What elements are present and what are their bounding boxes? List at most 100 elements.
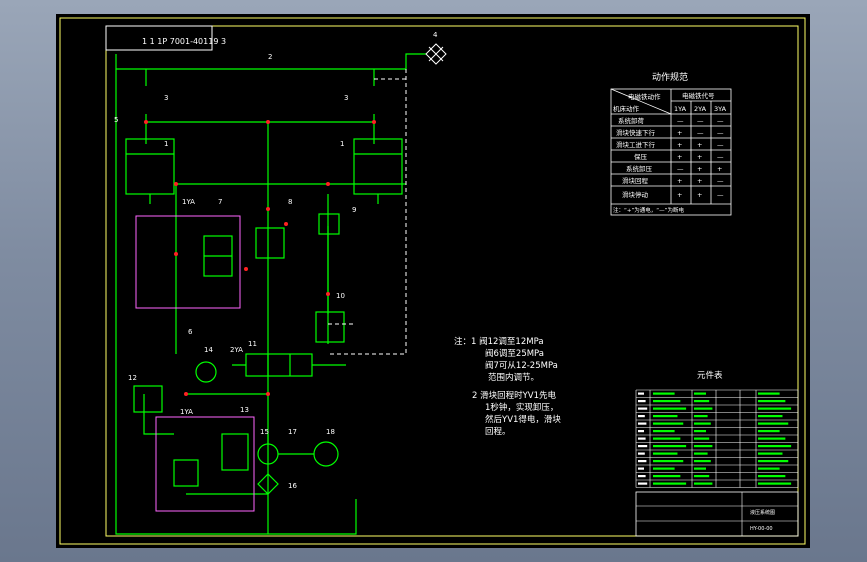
- action-table-corner-bottom: 机床动作: [613, 104, 640, 113]
- parts-table-entry: [758, 430, 780, 433]
- action-mark: +: [697, 177, 702, 185]
- note-line: 阀6调至25MPa: [485, 349, 544, 359]
- parts-table-entry: [638, 422, 647, 425]
- title-strip: 1 1 1P 7001-40119 3: [142, 37, 226, 46]
- parts-table-title: 元件表: [697, 370, 723, 381]
- parts-table-entry: [694, 407, 713, 410]
- parts-table-entry: [694, 400, 710, 403]
- label-6: 6: [188, 328, 193, 336]
- action-mark: —: [717, 177, 724, 185]
- label-2ya: 2YA: [230, 346, 243, 354]
- drawing-sheet: 1 1 1P 7001-40119 3 2 4 3 3 5 1 1 1YA 7 …: [56, 14, 810, 548]
- parts-table-entry: [638, 460, 647, 463]
- action-row-label: 系统卸压: [626, 164, 653, 173]
- parts-table-entry: [638, 415, 645, 418]
- parts-table-entry: [694, 460, 711, 463]
- title-block-code: HY-00-00: [750, 526, 773, 532]
- action-table-footnote: 注：“+”为通电，“—”为断电: [613, 206, 685, 214]
- label-3a: 3: [164, 94, 168, 102]
- parts-table-entry: [653, 430, 675, 433]
- parts-table-entry: [758, 467, 780, 470]
- action-row-label: 滑块回程: [622, 176, 649, 185]
- parts-table-entry: [758, 422, 789, 425]
- parts-table-entry: [638, 407, 648, 410]
- parts-table-entry: [653, 400, 681, 403]
- parts-table-entry: [758, 452, 783, 455]
- action-table-col-2ya: 2YA: [694, 105, 707, 113]
- parts-table-entry: [653, 407, 687, 410]
- label-10: 10: [336, 292, 345, 300]
- label-5: 5: [114, 116, 118, 124]
- hydraulic-schematic: 1 1 1P 7001-40119 3 2 4 3 3 5 1 1 1YA 7 …: [59, 17, 806, 545]
- title-block-label: 液压系统图: [750, 509, 775, 516]
- parts-table-entry: [758, 475, 786, 478]
- parts-table-entry: [694, 452, 708, 455]
- parts-table-entry: [758, 407, 792, 410]
- note-line: 范围内调节。: [488, 372, 539, 383]
- action-table: 动作规范 电磁铁代号 电磁铁动作 机床动作 1YA 2YA 3YA 系统卸荷 滑…: [610, 71, 732, 216]
- action-mark: +: [677, 177, 682, 185]
- parts-table-entry: [653, 482, 687, 485]
- label-16: 16: [288, 482, 297, 490]
- parts-table-entry: [638, 437, 646, 440]
- action-row-label: 滑块工进下行: [616, 140, 656, 149]
- action-table-corner-top: 电磁铁动作: [628, 92, 661, 101]
- parts-table-entry: [653, 392, 675, 395]
- action-mark: +: [677, 129, 682, 137]
- action-row-label: 滑块停动: [622, 190, 649, 199]
- label-1a: 1: [164, 140, 168, 148]
- parts-table-entry: [638, 482, 648, 485]
- action-mark: —: [717, 153, 724, 161]
- parts-table-entry: [694, 422, 711, 425]
- parts-table-entry: [638, 475, 646, 478]
- parts-table-entry: [758, 400, 786, 403]
- note-line: 回程。: [485, 427, 511, 437]
- pilot-lines: [328, 69, 407, 355]
- action-row-label: 滑块快速下行: [616, 128, 656, 137]
- parts-table-entry: [758, 437, 786, 440]
- parts-table-entry: [694, 475, 710, 478]
- action-mark: +: [717, 165, 722, 173]
- action-mark: +: [697, 141, 702, 149]
- action-table-col-header: 电磁铁代号: [682, 91, 715, 100]
- parts-table-entry: [638, 452, 645, 455]
- parts-table-entry: [653, 475, 681, 478]
- parts-table-entry: [758, 392, 780, 395]
- action-mark: —: [697, 129, 704, 137]
- parts-table-entry: [653, 415, 678, 418]
- action-mark: +: [677, 153, 682, 161]
- valve-blocks: [135, 215, 255, 512]
- label-9: 9: [352, 206, 356, 214]
- action-row-label: 系统卸荷: [618, 116, 645, 125]
- parts-table-entry: [638, 445, 648, 448]
- action-mark: —: [697, 117, 704, 125]
- parts-table-entry: [638, 400, 646, 403]
- note-line: 2 滑块回程时YV1先电: [472, 390, 557, 401]
- parts-table-entry: [694, 437, 710, 440]
- parts-table-entry: [653, 445, 687, 448]
- label-18: 18: [326, 428, 335, 436]
- label-13: 13: [240, 406, 249, 414]
- action-row-label: 保压: [634, 152, 648, 161]
- action-mark: +: [697, 165, 702, 173]
- action-mark: —: [717, 117, 724, 125]
- action-table-title: 动作规范: [652, 71, 688, 83]
- note-line: 阀7可从12-25MPa: [485, 361, 558, 371]
- parts-table-entry: [758, 482, 792, 485]
- pipelines: [115, 53, 426, 535]
- label-8: 8: [288, 198, 292, 206]
- note-line: 注：1 阀12调至12MPa: [454, 336, 544, 347]
- notes: 注：1 阀12调至12MPa 阀6调至25MPa 阀7可从12-25MPa 范围…: [454, 336, 561, 437]
- label-12: 12: [128, 374, 137, 382]
- parts-table-entry: [638, 392, 644, 395]
- parts-table-entry: [694, 415, 708, 418]
- label-14: 14: [204, 346, 213, 354]
- action-mark: +: [697, 191, 702, 199]
- inner-frame: [105, 25, 799, 537]
- parts-table: 元件表 液压系统图 HY-00-00: [635, 370, 799, 537]
- parts-table-entry: [653, 467, 675, 470]
- label-3b: 3: [344, 94, 348, 102]
- action-mark: +: [697, 153, 702, 161]
- parts-table-entry: [653, 422, 684, 425]
- parts-table-entry: [694, 445, 713, 448]
